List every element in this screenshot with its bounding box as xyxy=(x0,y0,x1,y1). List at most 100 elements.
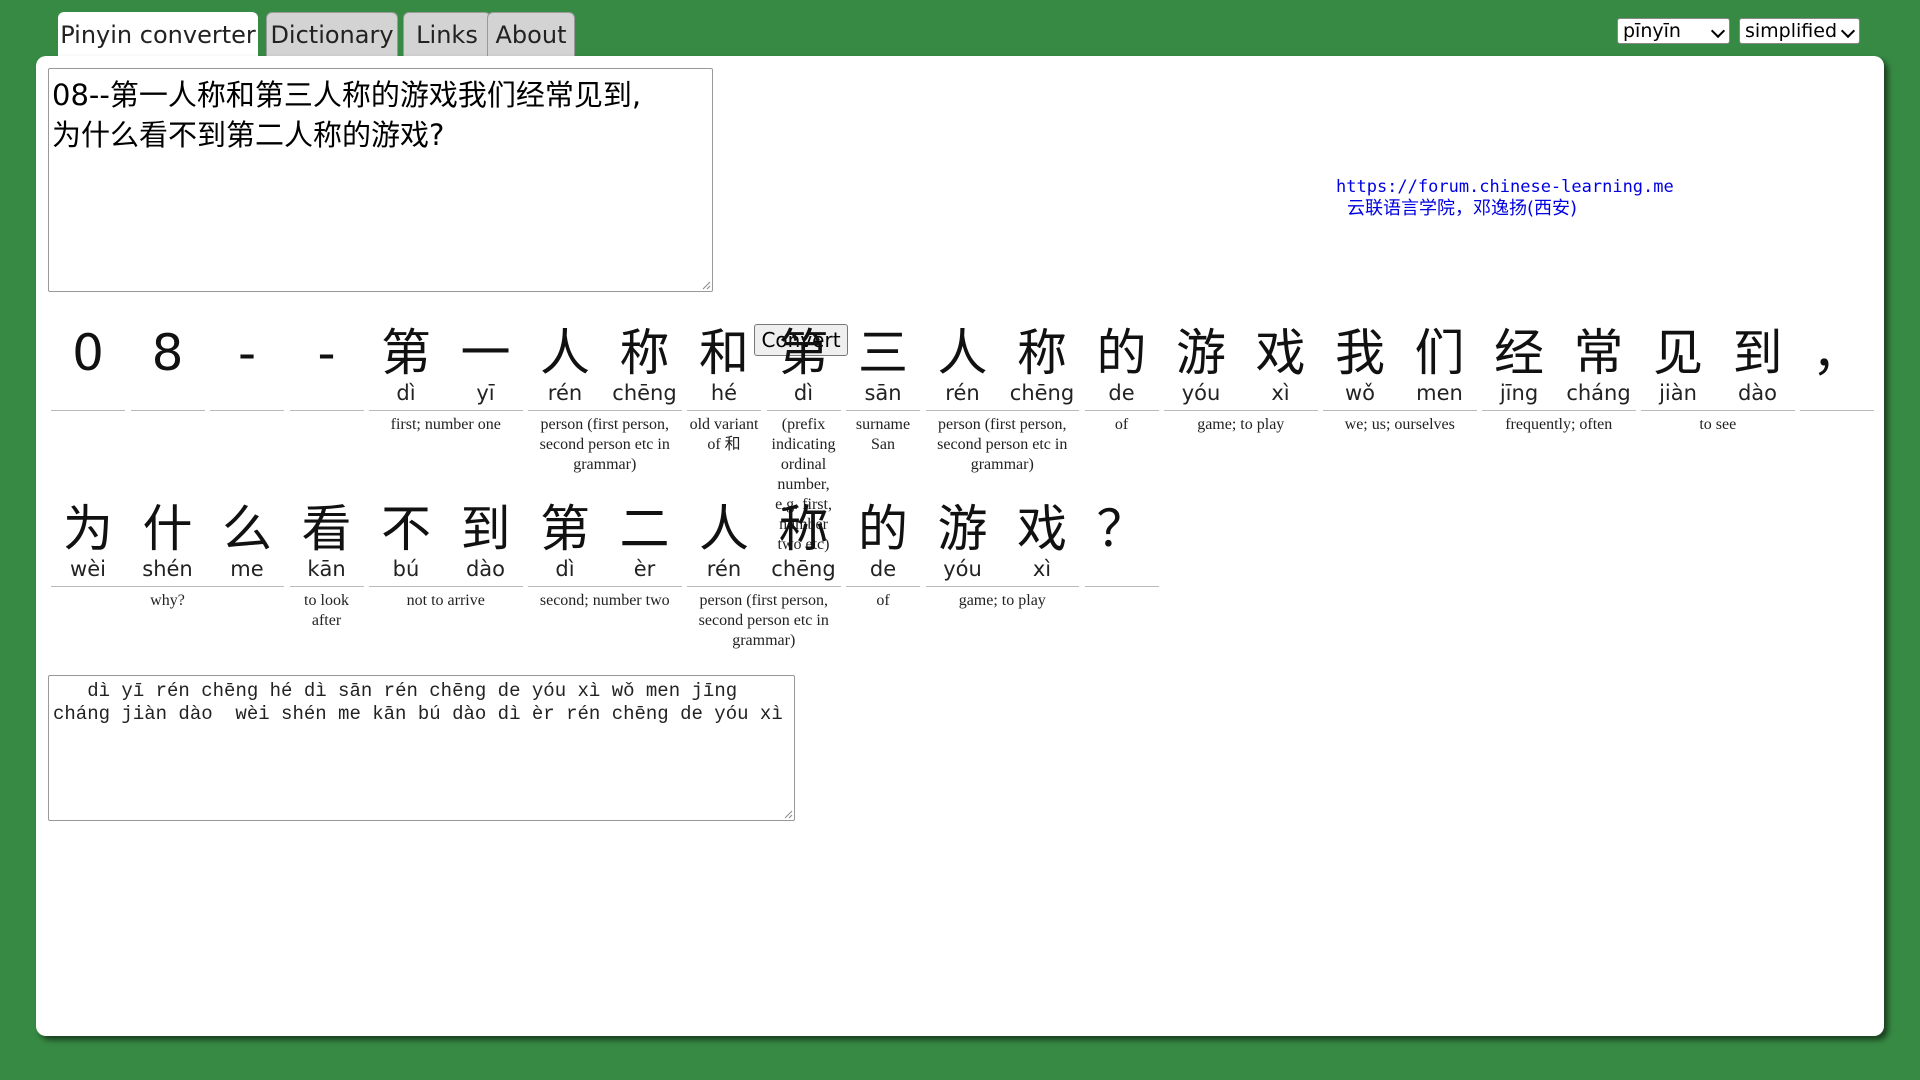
pinyin-syllable xyxy=(1084,556,1160,582)
chevron-down-icon xyxy=(1840,23,1856,39)
pinyin-syllable: èr xyxy=(633,557,656,581)
pinyin-syllable: xì xyxy=(1271,381,1290,405)
hanzi-char: 到 xyxy=(1732,324,1783,382)
word-underline xyxy=(1800,410,1874,411)
word-underline xyxy=(1641,410,1795,411)
hanzi-char: 第 xyxy=(381,324,431,382)
pinyin-syllable: jīng xyxy=(1499,381,1539,405)
script-select[interactable]: simplified xyxy=(1739,18,1860,44)
pinyin-syllable: jiàn xyxy=(1659,381,1697,405)
hanzi-char: ， xyxy=(1812,324,1862,382)
hanzi-char: 什 xyxy=(142,500,193,558)
pinyin-syllable: wǒ xyxy=(1344,381,1376,405)
pinyin-syllable: dào xyxy=(465,557,506,581)
forum-link[interactable]: https://forum.chinese-learning.me xyxy=(1336,176,1674,198)
word-definition: why? xyxy=(150,592,185,609)
tab-pinyin-converter[interactable]: Pinyin converter xyxy=(58,12,258,58)
hanzi-char: 称 xyxy=(619,324,670,382)
hanzi-char: 到 xyxy=(460,500,511,558)
hanzi-char: 人 xyxy=(699,500,749,558)
pinyin-syllable: yī xyxy=(476,381,495,405)
word-definition: person (first person, second person etc … xyxy=(698,592,829,649)
hanzi-char: 游 xyxy=(1176,324,1226,382)
hanzi-char: 见 xyxy=(1653,324,1703,382)
word-underline xyxy=(1084,586,1159,587)
word-underline xyxy=(846,586,920,587)
hanzi-char: 二 xyxy=(619,500,670,558)
word-definition: frequently; often xyxy=(1505,416,1613,433)
word-underline xyxy=(687,586,841,587)
word-definition: person (first person, second person etc … xyxy=(937,416,1068,473)
credit-block: https://forum.chinese-learning.me 云联语言学院… xyxy=(1336,176,1674,220)
word-underline xyxy=(289,586,364,587)
pinyin-syllable: rén xyxy=(547,381,583,405)
hanzi-char: 游 xyxy=(937,500,988,558)
hanzi-char: 的 xyxy=(1096,324,1147,382)
pinyin-syllable: rén xyxy=(945,381,980,405)
tab-dictionary[interactable]: Dictionary xyxy=(266,12,398,56)
pinyin-syllable: bú xyxy=(392,557,420,581)
hanzi-char: 么 xyxy=(222,500,272,558)
word-underline xyxy=(766,410,841,411)
hanzi-char: 经 xyxy=(1494,324,1544,382)
pinyin-syllable: dì xyxy=(793,381,814,405)
hanzi-char: 0 xyxy=(72,324,104,382)
pinyin-syllable: xì xyxy=(1032,557,1052,581)
hanzi-char: 第 xyxy=(778,324,829,382)
pinyin-syllable: shén xyxy=(142,557,193,581)
pinyin-syllable: men xyxy=(1416,381,1463,405)
hanzi-char: 戏 xyxy=(1255,324,1306,382)
resize-grip-icon[interactable] xyxy=(702,281,711,290)
pinyin-syllable: chēng xyxy=(771,557,836,581)
hanzi-char: 常 xyxy=(1573,324,1624,382)
word-underline xyxy=(1084,410,1159,411)
hanzi-char: 不 xyxy=(381,500,431,558)
word-underline xyxy=(528,410,682,411)
word-underline xyxy=(51,586,284,587)
credit-org: 云联语言学院，邓逸扬(西安) xyxy=(1347,198,1578,219)
romanization-select[interactable]: pīnyīn xyxy=(1617,18,1730,44)
pinyin-syllable: chēng xyxy=(1009,381,1075,405)
word-underline xyxy=(925,410,1079,411)
chinese-input-textarea[interactable]: 08--第一人称和第三人称的游戏我们经常见到, 为什么看不到第二人称的游戏? xyxy=(48,68,713,292)
pinyin-syllable xyxy=(1799,380,1875,406)
word-definition: person (first person, second person etc … xyxy=(539,416,670,473)
pinyin-syllable: dì xyxy=(555,557,575,581)
word-underline xyxy=(130,410,205,411)
word-underline xyxy=(925,586,1079,587)
word-underline xyxy=(210,410,284,411)
pinyin-syllable: dì xyxy=(396,381,416,405)
hanzi-char: 人 xyxy=(540,324,590,382)
pinyin-syllable: chēng xyxy=(612,381,677,405)
pinyin-syllable: dào xyxy=(1737,381,1778,405)
pinyin-syllable: de xyxy=(1108,381,1135,405)
word-underline xyxy=(687,410,761,411)
chevron-down-icon xyxy=(1710,23,1726,39)
tab-links[interactable]: Links xyxy=(403,12,491,56)
hanzi-char: 一 xyxy=(460,324,511,382)
pinyin-syllable xyxy=(209,380,285,406)
resize-grip-icon[interactable] xyxy=(784,810,793,819)
pinyin-syllable: cháng xyxy=(1566,381,1631,405)
pinyin-syllable: sān xyxy=(864,381,902,405)
hanzi-char: 8 xyxy=(151,324,184,382)
pinyin-syllable xyxy=(130,380,206,406)
hanzi-char: 的 xyxy=(858,500,908,558)
hanzi-char: 称 xyxy=(1017,324,1067,382)
pinyin-syllable: hé xyxy=(710,381,738,405)
romanization-select-value: pīnyīn xyxy=(1623,20,1681,42)
pinyin-output-text: dì yī rén chēng hé dì sān rén chēng de y… xyxy=(53,680,783,725)
word-underline xyxy=(1164,410,1318,411)
hanzi-char: 看 xyxy=(301,500,352,558)
word-definition: old variant of 和 xyxy=(689,416,759,453)
word-definition: to look after xyxy=(304,592,349,629)
hanzi-char: 戏 xyxy=(1017,500,1067,558)
tab-about[interactable]: About xyxy=(487,12,575,56)
hanzi-char: - xyxy=(317,324,336,382)
word-definition: second; number two xyxy=(539,592,670,609)
word-definition: we; us; ourselves xyxy=(1344,416,1455,433)
hanzi-char: 第 xyxy=(540,500,590,558)
pinyin-output-textarea[interactable]: dì yī rén chēng hé dì sān rén chēng de y… xyxy=(48,675,795,821)
pinyin-syllable xyxy=(289,380,365,406)
word-underline xyxy=(51,410,125,411)
